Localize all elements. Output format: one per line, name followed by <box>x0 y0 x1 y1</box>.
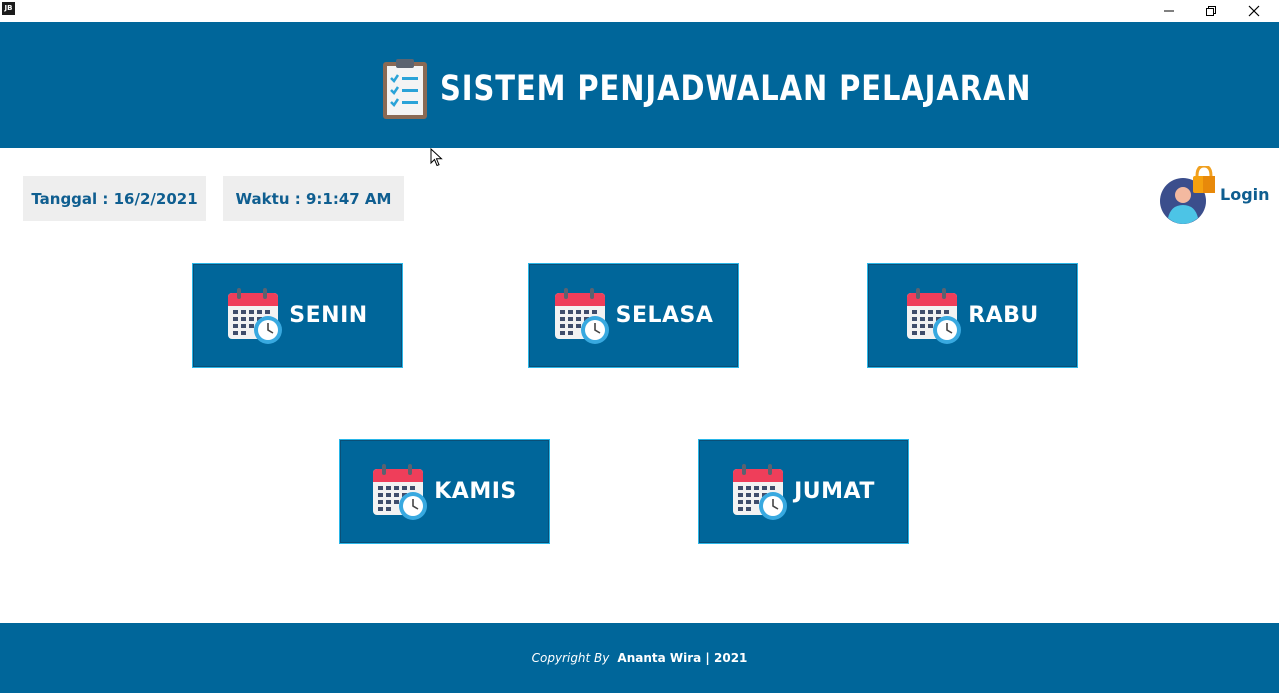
user-lock-icon <box>1160 166 1215 224</box>
calendar-clock-icon <box>907 287 962 344</box>
minimize-button[interactable] <box>1148 0 1190 22</box>
day-button-selasa[interactable]: SELASA <box>528 263 739 368</box>
restore-icon <box>1206 6 1216 16</box>
calendar-clock-icon <box>373 463 428 520</box>
copyright-label: Copyright By <box>531 651 610 665</box>
window-titlebar: JB <box>0 0 1279 22</box>
day-label: KAMIS <box>434 479 517 504</box>
day-button-senin[interactable]: SENIN <box>192 263 403 368</box>
mouse-cursor-icon <box>430 148 443 167</box>
calendar-clock-icon <box>733 463 788 520</box>
page-title: SISTEM PENJADWALAN PELAJARAN <box>440 69 1032 109</box>
day-label: RABU <box>968 303 1039 328</box>
calendar-clock-icon <box>554 287 609 344</box>
day-button-kamis[interactable]: KAMIS <box>339 439 550 544</box>
clipboard-checklist-icon <box>383 59 427 119</box>
copyright-author: Ananta Wira | 2021 <box>617 651 748 665</box>
login-label: Login <box>1220 185 1270 204</box>
day-button-jumat[interactable]: JUMAT <box>698 439 909 544</box>
close-button[interactable] <box>1233 0 1275 22</box>
day-label: JUMAT <box>794 479 875 504</box>
close-icon <box>1248 5 1260 17</box>
app-header: SISTEM PENJADWALAN PELAJARAN <box>0 22 1279 148</box>
calendar-clock-icon <box>228 287 283 344</box>
day-label: SENIN <box>289 303 368 328</box>
app-icon: JB <box>2 2 15 15</box>
day-label: SELASA <box>615 303 714 328</box>
date-display: Tanggal : 16/2/2021 <box>23 176 206 221</box>
footer: Copyright By Ananta Wira | 2021 <box>0 623 1279 693</box>
time-display: Waktu : 9:1:47 AM <box>223 176 404 221</box>
day-button-rabu[interactable]: RABU <box>867 263 1078 368</box>
login-button[interactable]: Login <box>1159 166 1270 226</box>
restore-button[interactable] <box>1190 0 1232 22</box>
minimize-icon <box>1164 10 1174 12</box>
